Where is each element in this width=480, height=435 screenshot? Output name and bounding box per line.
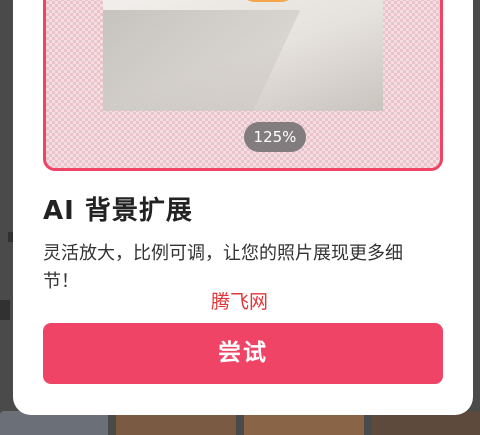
watermark-text: 腾飞网 [211, 291, 269, 313]
photo-shadow [103, 10, 301, 111]
feature-bottom-sheet: 125% AI 背景扩展 灵活放大，比例可调，让您的照片展现更多细节！ 腾飞网 … [13, 0, 473, 415]
feature-title: AI 背景扩展 [43, 196, 193, 226]
flower-detail [241, 0, 295, 2]
background-text-fragment [0, 300, 10, 320]
preview-photo [103, 0, 383, 111]
expansion-preview: 125% [43, 0, 443, 171]
try-button[interactable]: 尝试 [43, 323, 443, 384]
zoom-level-badge: 125% [244, 122, 306, 152]
